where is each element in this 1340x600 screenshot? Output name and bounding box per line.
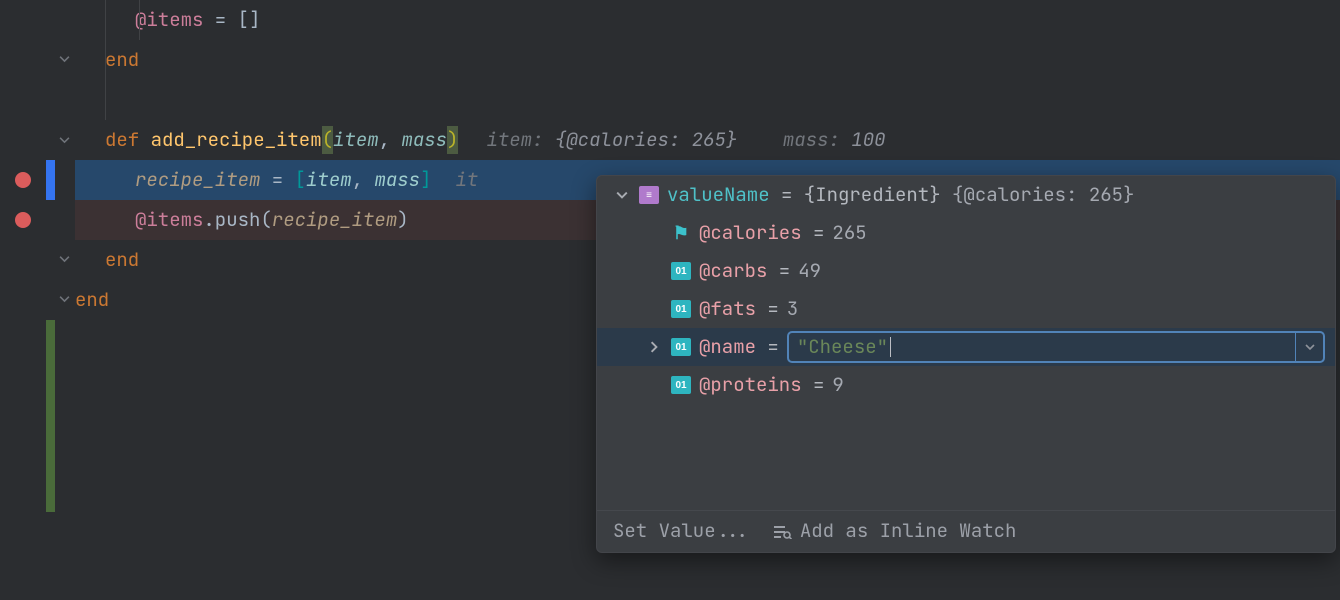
vcs-change-marker [46,296,55,512]
variable-root[interactable]: ≡ valueName = {Ingredient} {@calories: 2… [597,176,1335,214]
gutter[interactable] [0,120,75,160]
popup-footer: Set Value... Add as Inline Watch [597,510,1335,552]
variable-value: 3 [787,295,798,324]
variable-name: @calories [699,220,802,245]
chevron-down-icon[interactable] [613,189,631,201]
object-icon: ≡ [639,186,659,204]
set-value-action[interactable]: Set Value... [613,517,750,546]
code-line[interactable] [0,80,1340,120]
fold-end-icon[interactable] [58,294,71,307]
number-type-icon: 01 [671,262,691,280]
chevron-right-icon[interactable] [645,341,663,353]
gutter[interactable] [0,160,75,200]
add-inline-watch-action[interactable]: Add as Inline Watch [774,517,1017,546]
number-type-icon: 01 [671,376,691,394]
breakpoint-icon[interactable] [15,212,31,228]
variable-row[interactable]: 01@fats = 3 [597,290,1335,328]
variable-name: @carbs [699,258,767,283]
gutter[interactable] [0,280,75,320]
number-type-icon: 01 [671,338,691,356]
gutter[interactable] [0,200,75,240]
variable-name: @name [699,334,756,359]
flag-icon: ⚑ [671,224,691,242]
variable-row[interactable]: 01@proteins = 9 [597,366,1335,404]
fold-end-icon[interactable] [58,54,71,67]
code-line[interactable]: end [0,40,1340,80]
variable-row[interactable]: 01@name = "Cheese" [597,328,1335,366]
number-type-icon: 01 [671,300,691,318]
variable-name: @fats [699,296,756,321]
debugger-value-popup[interactable]: ≡ valueName = {Ingredient} {@calories: 2… [596,175,1336,553]
variable-row[interactable]: ⚑@calories = 265 [597,214,1335,252]
gutter[interactable] [0,40,75,80]
value-edit-input[interactable]: "Cheese" [787,331,1325,363]
gutter[interactable] [0,0,75,40]
variable-row[interactable]: 01@carbs = 49 [597,252,1335,290]
fold-toggle-icon[interactable] [58,134,71,147]
code-editor[interactable]: @items = [] end def add_recipe_item(item… [0,0,1340,600]
code-line[interactable]: def add_recipe_item(item, mass) item: {@… [0,120,1340,160]
watch-icon [774,525,792,539]
code-line[interactable]: @items = [] [0,0,1340,40]
inline-hint: item: {@calories: 265} mass: 100 [486,126,885,155]
fold-end-icon[interactable] [58,254,71,267]
variable-value: 49 [798,257,821,286]
breakpoint-icon[interactable] [15,172,31,188]
inline-hint: it [455,166,478,195]
variable-name: @proteins [699,372,802,397]
dropdown-icon[interactable] [1295,333,1323,361]
variable-value: 9 [832,371,843,400]
variable-value: 265 [832,219,866,248]
code-token-ivar: @items [135,6,203,35]
gutter[interactable] [0,240,75,280]
